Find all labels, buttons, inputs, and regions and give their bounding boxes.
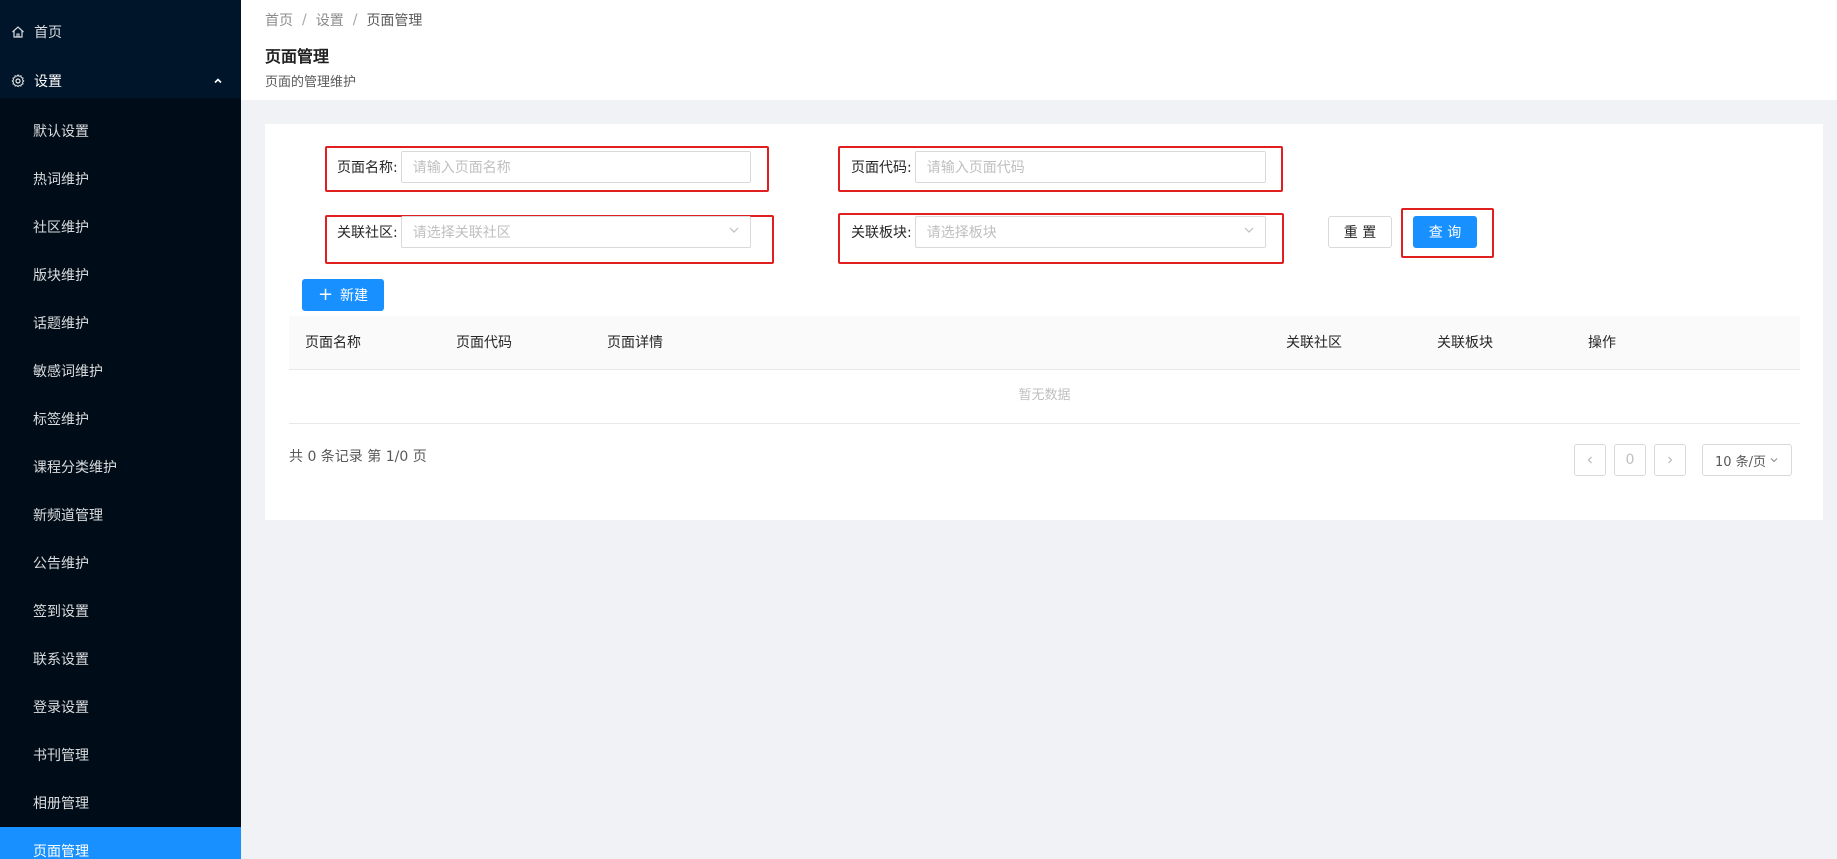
sidebar-item-label: 相册管理	[33, 796, 89, 812]
column-header-page-code: 页面代码	[456, 335, 512, 351]
chevron-down-icon	[728, 224, 740, 240]
sidebar-item-sensitive-words[interactable]: 敏感词维护	[0, 347, 241, 395]
column-header-community: 关联社区	[1286, 335, 1342, 351]
sidebar: 首页 设置 默认设置 热词维护 社区维护 版块维护 话题维护 敏感词维护 标签维…	[0, 0, 241, 859]
page-number-button[interactable]: 0	[1614, 444, 1646, 476]
breadcrumb-separator: /	[302, 12, 307, 28]
sidebar-item-course-categories[interactable]: 课程分类维护	[0, 443, 241, 491]
sidebar-item-login[interactable]: 登录设置	[0, 683, 241, 731]
page-size-select[interactable]: 10 条/页	[1702, 444, 1792, 476]
sidebar-item-home[interactable]: 首页	[0, 0, 241, 64]
sidebar-item-label: 敏感词维护	[33, 364, 103, 380]
page-header: 首页 / 设置 / 页面管理 页面管理 页面的管理维护	[241, 0, 1837, 100]
breadcrumb-settings[interactable]: 设置	[316, 10, 344, 30]
page-name-label: 页面名称:	[337, 160, 398, 176]
page-title: 页面管理	[265, 47, 330, 66]
page-code-placeholder: 请输入页面代码	[926, 160, 1025, 176]
sidebar-item-label: 热词维护	[33, 172, 89, 188]
plus-icon: +	[317, 284, 334, 305]
breadcrumb: 首页 / 设置 / 页面管理	[265, 10, 1813, 30]
pages-table: 页面名称 页面代码 页面详情 关联社区 关联板块 操作 暂无数据	[289, 316, 1800, 424]
sidebar-item-sections[interactable]: 版块维护	[0, 251, 241, 299]
sidebar-item-label: 课程分类维护	[33, 460, 117, 476]
sidebar-item-channels[interactable]: 新频道管理	[0, 491, 241, 539]
sidebar-item-books[interactable]: 书刊管理	[0, 731, 241, 779]
sidebar-item-announcements[interactable]: 公告维护	[0, 539, 241, 587]
settings-submenu: 默认设置 热词维护 社区维护 版块维护 话题维护 敏感词维护 标签维护 课程分类…	[0, 98, 241, 859]
filter-community: 关联社区: 请选择关联社区	[337, 216, 751, 248]
sidebar-item-label: 社区维护	[33, 220, 89, 236]
column-header-page-detail: 页面详情	[607, 335, 663, 351]
sidebar-item-hot-words[interactable]: 热词维护	[0, 155, 241, 203]
sidebar-item-label: 首页	[34, 25, 62, 41]
chevron-down-icon	[1243, 224, 1255, 240]
sidebar-item-default-settings[interactable]: 默认设置	[0, 107, 241, 155]
breadcrumb-separator: /	[352, 12, 358, 28]
sidebar-item-label: 默认设置	[33, 124, 89, 140]
sidebar-item-label: 书刊管理	[33, 748, 89, 764]
sidebar-item-topics[interactable]: 话题维护	[0, 299, 241, 347]
gear-icon	[10, 73, 26, 89]
sidebar-item-label: 版块维护	[33, 268, 89, 284]
chevron-right-icon	[1668, 456, 1673, 464]
new-button-label: 新建	[340, 288, 369, 304]
page-name-placeholder: 请输入页面名称	[412, 160, 511, 176]
page-code-label: 页面代码:	[851, 160, 912, 176]
chevron-down-icon	[1770, 458, 1778, 463]
filter-section: 关联板块: 请选择板块	[851, 216, 1266, 248]
community-placeholder: 请选择关联社区	[412, 225, 511, 241]
table-empty-text: 暂无数据	[289, 370, 1800, 424]
reset-button[interactable]: 重 置	[1328, 216, 1392, 248]
page-code-input[interactable]: 请输入页面代码	[914, 151, 1266, 183]
sidebar-item-label: 设置	[34, 74, 62, 90]
chevron-up-icon	[213, 74, 223, 90]
chevron-left-icon	[1587, 456, 1592, 464]
page-name-input[interactable]: 请输入页面名称	[400, 151, 751, 183]
pagination-summary: 共 0 条记录 第 1/0 页	[289, 449, 427, 465]
section-placeholder: 请选择板块	[926, 225, 997, 241]
new-button[interactable]: + 新建	[302, 279, 384, 311]
column-header-actions: 操作	[1588, 335, 1616, 351]
community-label: 关联社区:	[337, 225, 398, 241]
page-subtitle: 页面的管理维护	[265, 75, 357, 90]
sidebar-item-label: 新频道管理	[33, 508, 103, 524]
sidebar-item-pages[interactable]: 页面管理	[0, 827, 241, 859]
content-card: 页面名称: 请输入页面名称 页面代码: 请输入页面代码 关联社区: 请选择关联社…	[265, 124, 1823, 520]
prev-page-button[interactable]	[1574, 444, 1606, 476]
table-header: 页面名称 页面代码 页面详情 关联社区 关联板块 操作	[289, 316, 1800, 370]
sidebar-item-label: 公告维护	[33, 556, 89, 572]
home-icon	[10, 24, 26, 40]
sidebar-item-label: 联系设置	[33, 652, 89, 668]
sidebar-item-community[interactable]: 社区维护	[0, 203, 241, 251]
sidebar-item-checkin[interactable]: 签到设置	[0, 587, 241, 635]
sidebar-item-settings[interactable]: 设置	[0, 64, 241, 98]
sidebar-item-label: 标签维护	[33, 412, 89, 428]
sidebar-item-albums[interactable]: 相册管理	[0, 779, 241, 827]
next-page-button[interactable]	[1654, 444, 1686, 476]
page-size-label: 10 条/页	[1714, 454, 1767, 470]
sidebar-item-label: 话题维护	[33, 316, 89, 332]
column-header-page-name: 页面名称	[305, 335, 361, 351]
filter-page-name: 页面名称: 请输入页面名称	[337, 151, 751, 183]
sidebar-item-tags[interactable]: 标签维护	[0, 395, 241, 443]
section-select[interactable]: 请选择板块	[914, 216, 1266, 248]
section-label: 关联板块:	[851, 225, 912, 241]
query-button[interactable]: 查 询	[1413, 216, 1477, 248]
breadcrumb-current: 页面管理	[366, 13, 423, 29]
sidebar-item-label: 登录设置	[33, 700, 89, 716]
sidebar-item-label: 签到设置	[33, 604, 89, 620]
sidebar-item-contact[interactable]: 联系设置	[0, 635, 241, 683]
community-select[interactable]: 请选择关联社区	[400, 216, 751, 248]
sidebar-item-label: 页面管理	[33, 844, 89, 859]
column-header-section: 关联板块	[1437, 335, 1493, 351]
filter-page-code: 页面代码: 请输入页面代码	[851, 151, 1266, 183]
breadcrumb-home[interactable]: 首页	[265, 10, 293, 30]
